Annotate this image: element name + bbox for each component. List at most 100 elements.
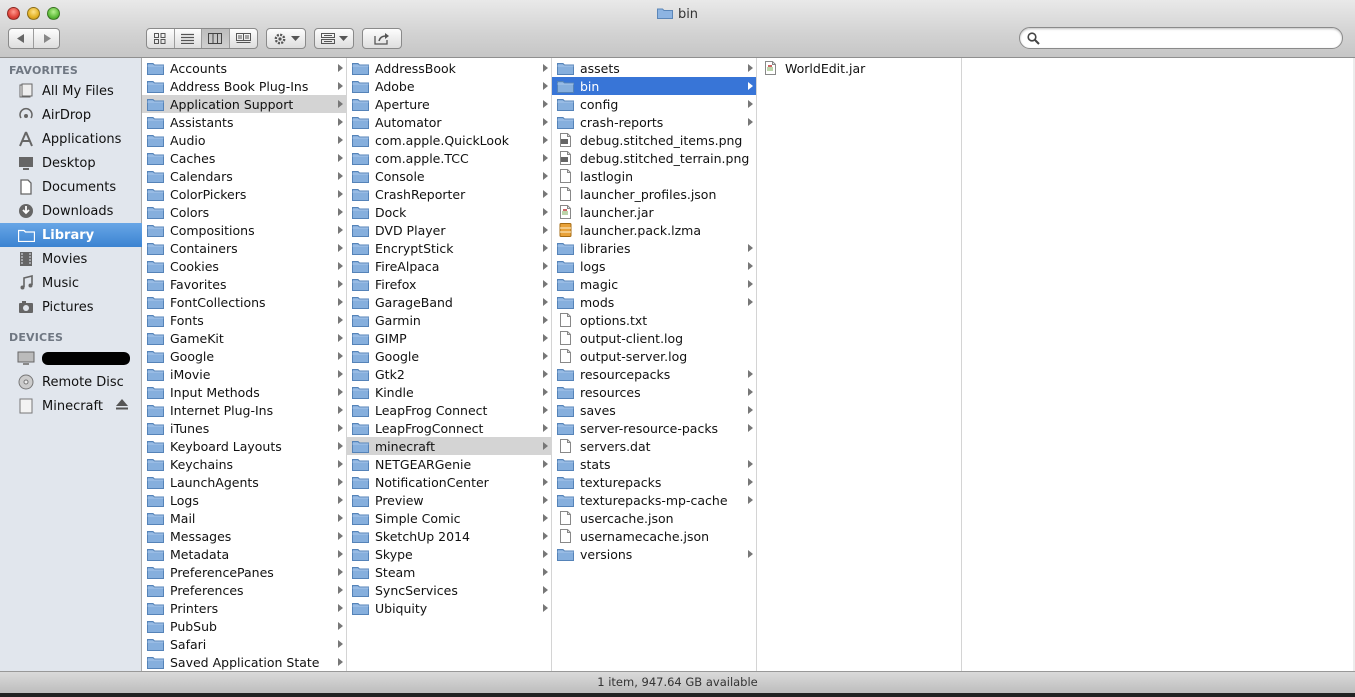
folder-row[interactable]: FireAlpaca [347, 257, 551, 275]
folder-row[interactable]: Containers [142, 239, 346, 257]
file-row[interactable]: servers.dat [552, 437, 756, 455]
folder-row[interactable]: Mail [142, 509, 346, 527]
folder-row[interactable]: Caches [142, 149, 346, 167]
folder-row[interactable]: Fonts [142, 311, 346, 329]
folder-row[interactable]: Dock [347, 203, 551, 221]
folder-row[interactable]: Safari [142, 635, 346, 653]
folder-row[interactable]: AddressBook [347, 59, 551, 77]
sidebar-item-applications[interactable]: Applications [0, 127, 142, 151]
folder-row[interactable]: CrashReporter [347, 185, 551, 203]
folder-row[interactable]: LeapFrogConnect [347, 419, 551, 437]
folder-row[interactable]: resources [552, 383, 756, 401]
coverflow-view-button[interactable] [230, 29, 257, 48]
folder-row[interactable]: stats [552, 455, 756, 473]
file-row[interactable]: output-client.log [552, 329, 756, 347]
folder-row[interactable]: Keychains [142, 455, 346, 473]
icon-view-button[interactable] [147, 29, 175, 48]
file-row[interactable]: output-server.log [552, 347, 756, 365]
folder-row[interactable]: ColorPickers [142, 185, 346, 203]
folder-row[interactable]: resourcepacks [552, 365, 756, 383]
folder-row[interactable]: Cookies [142, 257, 346, 275]
sidebar-item-minecraft[interactable]: Minecraft [0, 394, 142, 418]
folder-row[interactable]: saves [552, 401, 756, 419]
folder-row[interactable]: iTunes [142, 419, 346, 437]
folder-row[interactable]: mods [552, 293, 756, 311]
folder-row[interactable]: GarageBand [347, 293, 551, 311]
folder-row[interactable]: LeapFrog Connect [347, 401, 551, 419]
folder-row[interactable]: Saved Application State [142, 653, 346, 671]
eject-icon[interactable] [116, 399, 128, 410]
folder-row[interactable]: Audio [142, 131, 346, 149]
folder-row[interactable]: Colors [142, 203, 346, 221]
folder-row[interactable]: Steam [347, 563, 551, 581]
sidebar-item-documents[interactable]: Documents [0, 175, 142, 199]
file-row[interactable]: launcher.pack.lzma [552, 221, 756, 239]
folder-row[interactable]: Simple Comic [347, 509, 551, 527]
sidebar-item-library[interactable]: Library [0, 223, 142, 247]
folder-row[interactable]: texturepacks [552, 473, 756, 491]
folder-row[interactable]: Logs [142, 491, 346, 509]
sidebar-item-movies[interactable]: Movies [0, 247, 142, 271]
arrange-button[interactable] [314, 28, 354, 49]
folder-row[interactable]: libraries [552, 239, 756, 257]
folder-row[interactable]: Printers [142, 599, 346, 617]
folder-row[interactable]: Firefox [347, 275, 551, 293]
folder-row[interactable]: Favorites [142, 275, 346, 293]
forward-button[interactable] [34, 29, 59, 48]
folder-row[interactable]: LaunchAgents [142, 473, 346, 491]
folder-row[interactable]: Garmin [347, 311, 551, 329]
file-row[interactable]: launcher.jar [552, 203, 756, 221]
folder-row[interactable]: Google [142, 347, 346, 365]
folder-row[interactable]: versions [552, 545, 756, 563]
folder-row[interactable]: Kindle [347, 383, 551, 401]
folder-row[interactable]: Ubiquity [347, 599, 551, 617]
back-button[interactable] [9, 29, 35, 48]
folder-row[interactable]: Calendars [142, 167, 346, 185]
folder-row[interactable]: Keyboard Layouts [142, 437, 346, 455]
folder-row[interactable]: PubSub [142, 617, 346, 635]
folder-row[interactable]: GameKit [142, 329, 346, 347]
folder-row[interactable]: Application Support [142, 95, 346, 113]
folder-row[interactable]: com.apple.QuickLook [347, 131, 551, 149]
folder-row[interactable]: Console [347, 167, 551, 185]
folder-row[interactable]: NotificationCenter [347, 473, 551, 491]
folder-row[interactable]: Google [347, 347, 551, 365]
folder-row[interactable]: FontCollections [142, 293, 346, 311]
folder-row[interactable]: Messages [142, 527, 346, 545]
file-row[interactable]: usercache.json [552, 509, 756, 527]
folder-row[interactable]: SyncServices [347, 581, 551, 599]
folder-row[interactable]: SketchUp 2014 [347, 527, 551, 545]
sidebar-item-computer[interactable] [0, 346, 142, 370]
folder-row[interactable]: Internet Plug-Ins [142, 401, 346, 419]
folder-row[interactable]: Skype [347, 545, 551, 563]
file-row[interactable]: debug.stitched_terrain.png [552, 149, 756, 167]
share-button[interactable] [362, 28, 402, 49]
folder-row[interactable]: Input Methods [142, 383, 346, 401]
file-row[interactable]: usernamecache.json [552, 527, 756, 545]
folder-row[interactable]: Preferences [142, 581, 346, 599]
folder-row[interactable]: magic [552, 275, 756, 293]
sidebar-item-downloads[interactable]: Downloads [0, 199, 142, 223]
file-row[interactable]: WorldEdit.jar [757, 59, 961, 77]
folder-row[interactable]: minecraft [347, 437, 551, 455]
folder-row[interactable]: Metadata [142, 545, 346, 563]
folder-row[interactable]: DVD Player [347, 221, 551, 239]
file-row[interactable]: launcher_profiles.json [552, 185, 756, 203]
folder-row[interactable]: Automator [347, 113, 551, 131]
folder-row[interactable]: logs [552, 257, 756, 275]
folder-row[interactable]: Gtk2 [347, 365, 551, 383]
folder-row[interactable]: config [552, 95, 756, 113]
sidebar-item-all-my-files[interactable]: All My Files [0, 79, 142, 103]
folder-row[interactable]: crash-reports [552, 113, 756, 131]
folder-row[interactable]: NETGEARGenie [347, 455, 551, 473]
folder-row[interactable]: Assistants [142, 113, 346, 131]
folder-row[interactable]: texturepacks-mp-cache [552, 491, 756, 509]
column-view-button[interactable] [202, 29, 230, 48]
search-input[interactable] [1046, 30, 1336, 46]
sidebar-item-desktop[interactable]: Desktop [0, 151, 142, 175]
folder-row[interactable]: com.apple.TCC [347, 149, 551, 167]
list-view-button[interactable] [175, 29, 202, 48]
folder-row[interactable]: Aperture [347, 95, 551, 113]
file-row[interactable]: options.txt [552, 311, 756, 329]
folder-row[interactable]: server-resource-packs [552, 419, 756, 437]
